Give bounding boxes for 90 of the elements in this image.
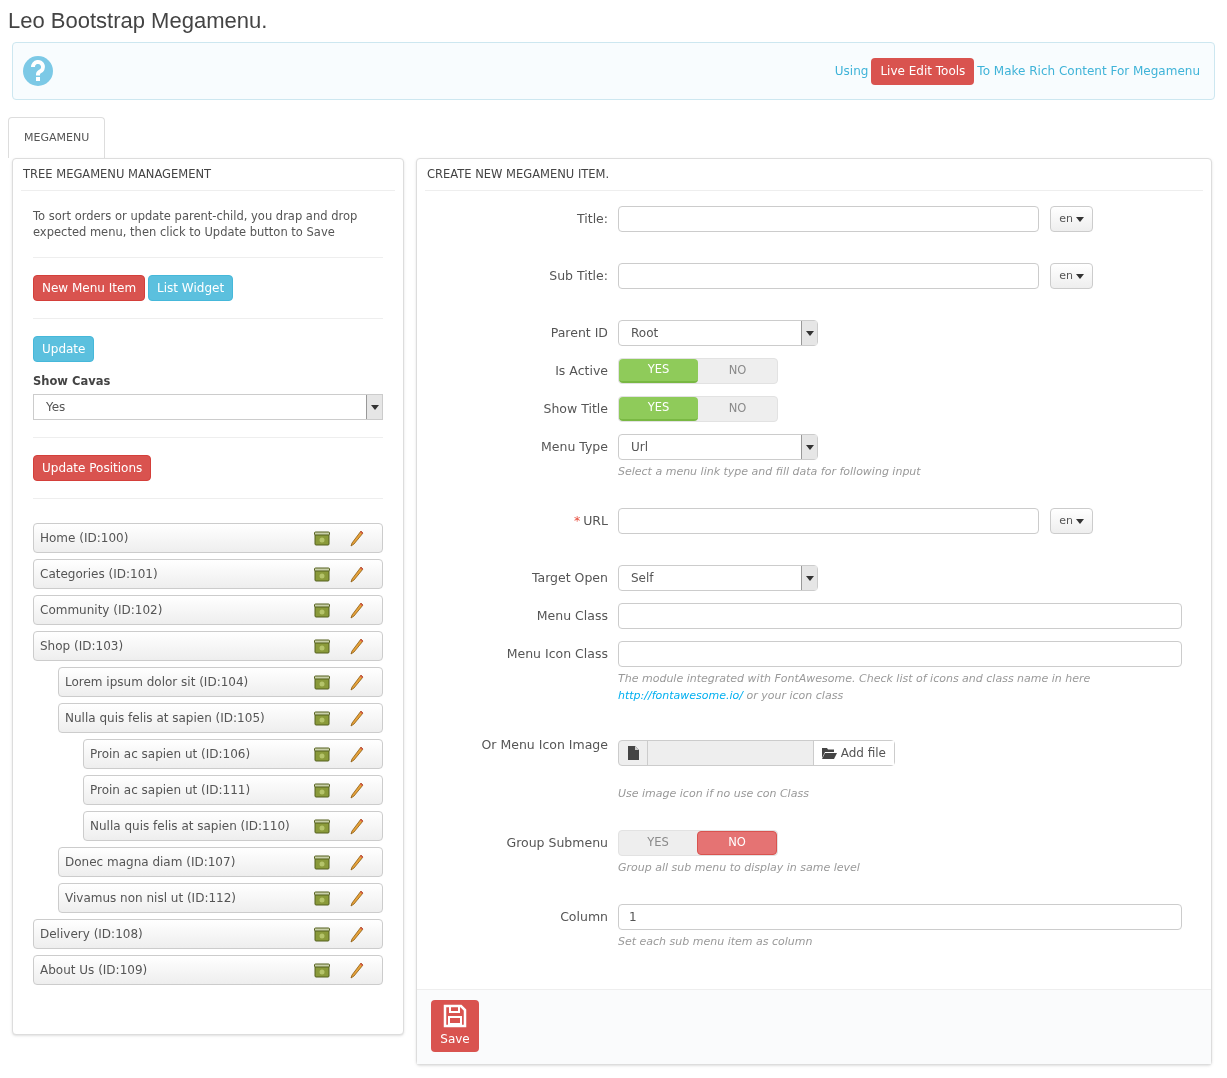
menu-tree-item[interactable]: Vivamus non nisl ut (ID:112) [58,883,383,914]
box-icon[interactable] [314,674,330,690]
pencil-icon[interactable] [350,601,364,619]
select-field[interactable]: Root [618,320,818,346]
toolbar-button[interactable]: New Menu Item [33,275,146,301]
menu-tree-item[interactable]: About Us (ID:109) [33,955,383,986]
box-icon[interactable] [314,782,330,798]
help-text: Group all sub menu to display in same level [618,860,861,876]
pencil-icon[interactable] [350,781,364,799]
pencil-icon[interactable] [350,817,364,835]
language-dropdown[interactable]: en [1050,263,1093,289]
field-label: URL [583,511,608,530]
pencil-icon[interactable] [350,565,364,583]
field-label: Sub Title: [549,266,608,285]
pencil-icon[interactable] [350,853,364,871]
field-label: Target Open [531,568,608,587]
menu-tree-item[interactable]: Lorem ipsum dolor sit (ID:104) [58,667,383,698]
field-label: Or Menu Icon Image [481,735,608,754]
intro-text: To sort orders or update parent-child, you drap and drop expected menu, then click to Update button to Save [33,208,383,258]
live-edit-tools-button[interactable]: Live Edit Tools [871,57,975,85]
folder-icon [821,747,837,759]
update-positions-button[interactable]: Update Positions [33,455,152,482]
box-icon[interactable] [314,854,330,870]
pencil-icon[interactable] [350,889,364,907]
field-label: Parent ID [550,323,608,342]
menu-tree-item[interactable]: Proin ac sapien ut (ID:111) [83,775,383,806]
box-icon[interactable] [314,746,330,762]
help-text: The module integrated with FontAwesome. Check list of icons and class name in here http://fontawesome.io/ or your icon class [618,671,1092,704]
dropdown-caret-icon [801,566,817,590]
field-label: Show Title [543,399,608,418]
dropdown-caret-icon [366,395,382,420]
field-label: Show Cavas [33,373,112,390]
menu-tree-item[interactable]: Delivery (ID:108) [33,919,383,950]
box-icon[interactable] [314,638,330,654]
menu-tree-item[interactable]: Donec magna diam (ID:107) [58,847,383,878]
text-field[interactable]: 1 [618,904,1182,930]
language-dropdown[interactable]: en [1050,206,1093,232]
box-icon[interactable] [314,530,330,546]
caret-icon [1075,518,1084,524]
box-icon[interactable] [314,818,330,834]
field-label: Menu Icon Class [506,644,608,663]
dropdown-caret-icon [801,321,817,345]
box-icon[interactable] [314,602,330,618]
field-label: Menu Type [541,437,608,456]
tab[interactable]: MEGAMENU [8,117,106,158]
menu-tree-item[interactable]: Nulla quis felis at sapien (ID:110) [83,811,383,842]
pencil-icon[interactable] [350,637,364,655]
field-label: Column [560,907,608,926]
pencil-icon[interactable] [350,529,364,547]
help-text: Use image icon if no use con Class [618,786,810,802]
field-label: Menu Class [536,606,608,625]
menu-tree-item[interactable]: Shop (ID:103) [33,631,383,662]
save-button[interactable]: Save [431,1000,479,1052]
pencil-icon[interactable] [350,673,364,691]
menu-tree-item[interactable]: Community (ID:102) [33,595,383,626]
language-dropdown[interactable]: en [1050,508,1093,534]
field-label: Title: [577,209,608,228]
panel-title: CREATE NEW MEGAMENU ITEM. [425,159,1203,191]
pencil-icon[interactable] [350,709,364,727]
box-icon[interactable] [314,962,330,978]
box-icon[interactable] [314,926,330,942]
field-label: Is Active [555,361,608,380]
page-title: Leo Bootstrap Megamenu. [8,7,269,35]
box-icon[interactable] [314,890,330,906]
menu-tree-item[interactable]: Home (ID:100) [33,523,383,554]
save-icon [443,1004,467,1028]
file-picker[interactable]: Add file [618,740,895,766]
box-icon[interactable] [314,710,330,726]
add-file-button[interactable]: Add file [812,741,894,765]
help-icon [23,56,53,86]
select-field[interactable]: Url [618,434,818,460]
menu-tree-item[interactable]: Proin ac sapien ut (ID:106) [83,739,383,770]
caret-icon [1075,216,1084,222]
pencil-icon[interactable] [350,925,364,943]
banner-text: Using [834,63,869,80]
banner-text: To Make Rich Content For Megamenu [977,63,1200,80]
field-label: Group Submenu [506,833,608,852]
pencil-icon[interactable] [350,745,364,763]
menu-tree-item[interactable]: Nulla quis felis at sapien (ID:105) [58,703,383,734]
show-cavas-select[interactable]: Yes [33,394,383,421]
required-mark: * [573,511,581,530]
dropdown-caret-icon [801,435,817,459]
panel-title: TREE MEGAMENU MANAGEMENT [21,159,395,191]
menu-tree-item[interactable]: Categories (ID:101) [33,559,383,590]
help-text: Select a menu link type and fill data for following input [618,464,922,480]
help-text: Set each sub menu item as column [618,934,814,950]
select-field[interactable]: Self [618,565,818,591]
box-icon[interactable] [314,566,330,582]
pencil-icon[interactable] [350,961,364,979]
caret-icon [1075,273,1084,279]
